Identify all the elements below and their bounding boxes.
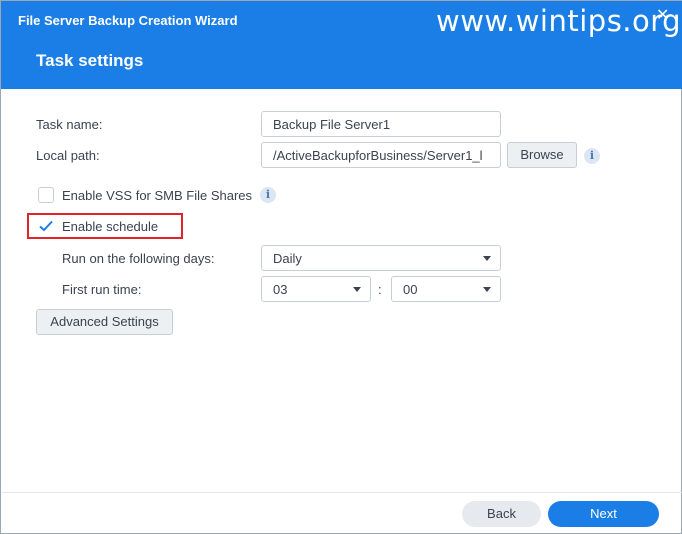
next-button[interactable]: Next — [548, 501, 659, 527]
footer-divider — [2, 492, 682, 493]
check-icon[interactable] — [38, 218, 54, 234]
advanced-settings-button[interactable]: Advanced Settings — [36, 309, 173, 335]
chevron-down-icon — [483, 256, 491, 261]
hour-select[interactable]: 03 — [261, 276, 371, 302]
run-days-label: Run on the following days: — [62, 251, 215, 266]
task-name-label: Task name: — [36, 117, 103, 132]
dialog-header: File Server Backup Creation Wizard Task … — [1, 1, 682, 89]
local-path-input[interactable]: /ActiveBackupforBusiness/Server1_l — [261, 142, 501, 168]
chevron-down-icon — [483, 287, 491, 292]
wizard-dialog: File Server Backup Creation Wizard Task … — [0, 0, 682, 534]
vss-label: Enable VSS for SMB File Shares — [62, 188, 253, 203]
info-icon[interactable]: i — [584, 148, 600, 164]
watermark: www.wintips.org — [436, 4, 682, 38]
run-days-select[interactable]: Daily — [261, 245, 501, 271]
time-separator: : — [378, 282, 382, 297]
vss-checkbox[interactable] — [38, 187, 54, 203]
first-run-label: First run time: — [62, 282, 142, 297]
info-icon[interactable]: i — [260, 187, 276, 203]
back-button[interactable]: Back — [462, 501, 541, 527]
run-days-value: Daily — [273, 251, 302, 266]
minute-select[interactable]: 00 — [391, 276, 501, 302]
task-name-input[interactable]: Backup File Server1 — [261, 111, 501, 137]
browse-button[interactable]: Browse — [507, 142, 577, 168]
minute-value: 00 — [403, 282, 418, 297]
wizard-title: File Server Backup Creation Wizard — [18, 13, 238, 28]
hour-value: 03 — [273, 282, 288, 297]
schedule-label: Enable schedule — [62, 219, 159, 234]
local-path-label: Local path: — [36, 148, 100, 163]
chevron-down-icon — [353, 287, 361, 292]
step-title: Task settings — [36, 51, 144, 70]
